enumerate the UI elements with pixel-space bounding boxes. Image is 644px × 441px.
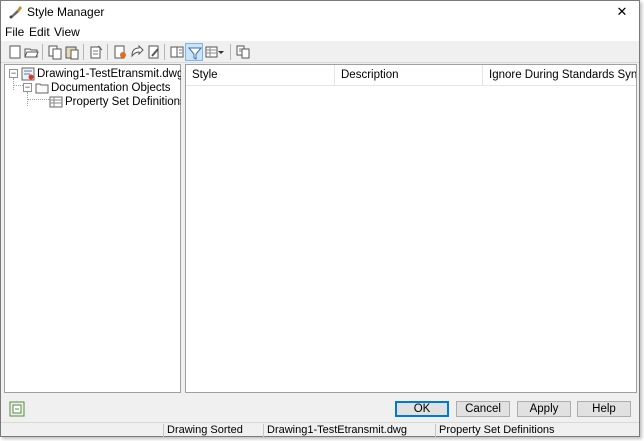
- column-header-ignore-during-sync[interactable]: Ignore During Standards Synchroni...: [483, 65, 636, 86]
- style-tree[interactable]: − Drawing1-TestEtransmit.dwg − Documenta…: [4, 64, 186, 393]
- filter-style-type-icon[interactable]: [185, 43, 203, 61]
- edit-style-icon[interactable]: [145, 43, 163, 61]
- ok-button[interactable]: OK: [395, 401, 449, 417]
- toolbar-separator: [42, 44, 43, 60]
- copy-icon[interactable]: [46, 43, 64, 61]
- purge-styles-icon[interactable]: [87, 43, 105, 61]
- status-sort-state: Drawing Sorted: [163, 424, 261, 437]
- collapse-toggle[interactable]: −: [9, 69, 18, 78]
- menu-file[interactable]: File: [5, 25, 24, 39]
- set-from-icon[interactable]: [128, 43, 146, 61]
- close-window-button[interactable]: ✕: [607, 1, 637, 23]
- list-header: Style Description Ignore During Standard…: [186, 65, 636, 86]
- tree-item-property-set-definitions[interactable]: Property Set Definitions: [5, 95, 186, 112]
- toggle-view-icon[interactable]: [168, 43, 186, 61]
- toolbar-separator: [164, 44, 165, 60]
- toolbar: [1, 41, 639, 63]
- style-list[interactable]: Style Description Ignore During Standard…: [185, 64, 637, 393]
- tree-item-drawing[interactable]: − Drawing1-TestEtransmit.dwg: [5, 67, 184, 81]
- menu-view[interactable]: View: [54, 25, 80, 39]
- style-manager-window: Style Manager ✕ File Edit View − Drawing…: [0, 0, 640, 437]
- tree-label-documentation-objects: Documentation Objects: [51, 82, 171, 94]
- menu-bar: File Edit View: [1, 23, 639, 41]
- menu-edit[interactable]: Edit: [29, 25, 50, 39]
- paste-icon[interactable]: [63, 43, 81, 61]
- column-header-style[interactable]: Style: [186, 65, 335, 86]
- tree-label-drawing: Drawing1-TestEtransmit.dwg: [37, 68, 184, 80]
- synchronize-icon[interactable]: [234, 43, 252, 61]
- status-category: Property Set Definitions: [435, 424, 635, 437]
- tree-label-property-set-definitions: Property Set Definitions: [65, 96, 186, 108]
- toolbar-separator: [230, 44, 231, 60]
- collapse-toggle[interactable]: −: [23, 83, 32, 92]
- cancel-button[interactable]: Cancel: [456, 401, 510, 417]
- toolbar-separator: [83, 44, 84, 60]
- status-bar: Drawing Sorted Drawing1-TestEtransmit.dw…: [1, 422, 639, 437]
- list-body[interactable]: [186, 87, 636, 392]
- apply-button[interactable]: Apply: [517, 401, 571, 417]
- property-set-definition-icon: [49, 95, 63, 112]
- new-style-icon[interactable]: [111, 43, 129, 61]
- status-drawing: Drawing1-TestEtransmit.dwg: [263, 424, 433, 437]
- view-options-dropdown-icon[interactable]: [216, 43, 226, 61]
- help-button[interactable]: Help: [577, 401, 631, 417]
- column-header-description[interactable]: Description: [335, 65, 483, 86]
- style-manager-app-icon: [8, 5, 24, 19]
- title-bar: Style Manager ✕: [1, 1, 639, 23]
- tree-item-documentation-objects[interactable]: − Documentation Objects: [5, 81, 180, 95]
- toolbar-separator: [107, 44, 108, 60]
- window-title: Style Manager: [27, 5, 105, 19]
- display-manager-icon[interactable]: [9, 401, 25, 417]
- open-drawing-icon[interactable]: [22, 43, 40, 61]
